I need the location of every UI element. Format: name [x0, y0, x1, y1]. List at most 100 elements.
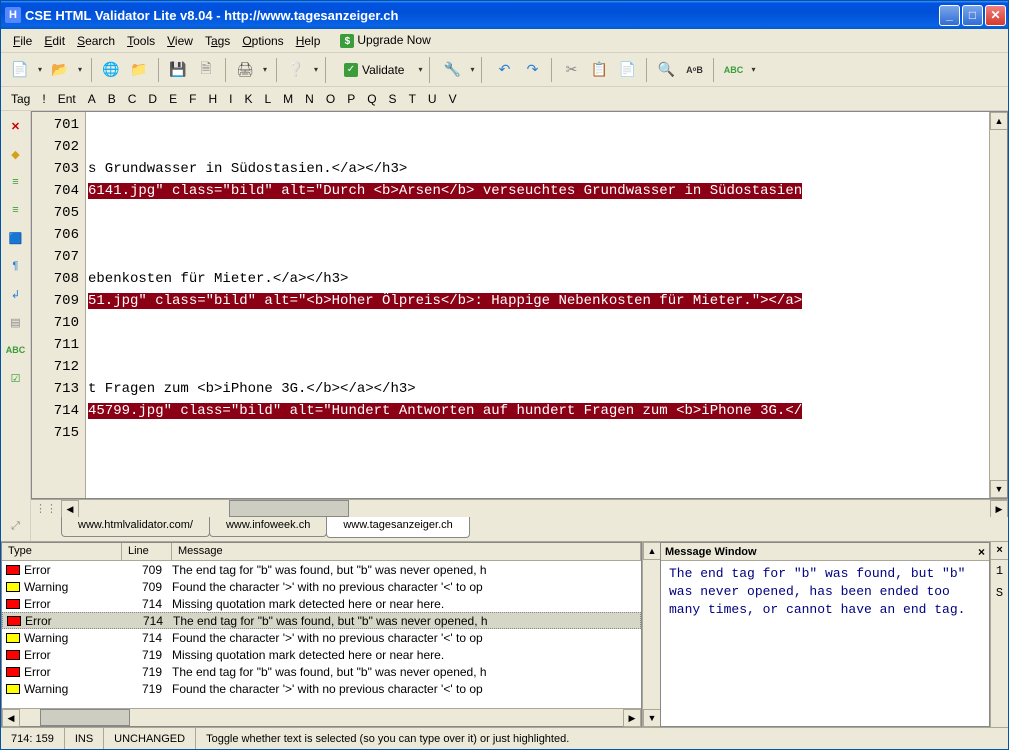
tagbar-d[interactable]: D: [144, 90, 161, 108]
tagbar-s[interactable]: S: [385, 90, 401, 108]
vtab-s[interactable]: S: [994, 582, 1005, 604]
find-button[interactable]: 🔍: [653, 57, 679, 83]
tagbar-a[interactable]: A: [84, 90, 100, 108]
tagbar-q[interactable]: Q: [363, 90, 380, 108]
lt-bookmark[interactable]: ◆: [5, 143, 27, 165]
copy-button[interactable]: 📋: [586, 57, 612, 83]
tagbar-e[interactable]: E: [165, 90, 181, 108]
lt-outdent[interactable]: ≡: [5, 199, 27, 221]
spellcheck-dropdown[interactable]: ▾: [748, 57, 758, 83]
editor-hscroll[interactable]: ⋮⋮ ◀ ▶: [31, 499, 1008, 517]
paste-button[interactable]: 📄: [614, 57, 640, 83]
help-dropdown[interactable]: ▾: [311, 57, 321, 83]
msg-row[interactable]: Warning719Found the character '>' with n…: [2, 680, 641, 697]
code-line-701[interactable]: [86, 114, 989, 136]
close-button[interactable]: ✕: [985, 5, 1006, 26]
msg-row[interactable]: Error719Missing quotation mark detected …: [2, 646, 641, 663]
lt-check[interactable]: ☑: [5, 367, 27, 389]
code-line-702[interactable]: [86, 136, 989, 158]
tab-infoweek[interactable]: www.infoweek.ch: [209, 517, 327, 537]
tagbar-o[interactable]: O: [322, 90, 339, 108]
menu-options[interactable]: Options: [236, 32, 289, 50]
menu-edit[interactable]: Edit: [38, 32, 71, 50]
col-type[interactable]: Type: [2, 543, 122, 560]
menu-tags[interactable]: Tags: [199, 32, 236, 50]
msg-scroll-up[interactable]: ▲: [643, 542, 661, 560]
menu-file[interactable]: File: [7, 32, 38, 50]
tagbar-l[interactable]: L: [260, 90, 275, 108]
print-dropdown[interactable]: ▾: [260, 57, 270, 83]
right-tabs-close[interactable]: ×: [991, 542, 1008, 560]
tab-tagesanzeiger[interactable]: www.tagesanzeiger.ch: [326, 517, 469, 538]
msg-row[interactable]: Error714The end tag for "b" was found, b…: [2, 612, 641, 629]
msg-hscroll-thumb[interactable]: [40, 709, 130, 726]
menu-help[interactable]: Help: [290, 32, 327, 50]
menu-upgrade[interactable]: $Upgrade Now: [334, 31, 436, 51]
lt-doc[interactable]: ▤: [5, 311, 27, 333]
tagbar-b[interactable]: B: [104, 90, 120, 108]
code-line-715[interactable]: [86, 422, 989, 444]
msg-row[interactable]: Error714Missing quotation mark detected …: [2, 595, 641, 612]
code-line-711[interactable]: [86, 334, 989, 356]
tagbar-ent[interactable]: Ent: [54, 90, 80, 108]
tagbar-n[interactable]: N: [301, 90, 318, 108]
msg-window-close[interactable]: ×: [978, 545, 985, 559]
tool1-dropdown[interactable]: ▾: [467, 57, 477, 83]
tagbar-m[interactable]: M: [279, 90, 297, 108]
folder-button[interactable]: 📁: [126, 57, 152, 83]
lt-pilcrow[interactable]: ¶: [5, 255, 27, 277]
msglist-hscroll[interactable]: ◀ ▶: [2, 708, 641, 726]
scroll-right[interactable]: ▶: [990, 500, 1008, 518]
lt-wrap[interactable]: ↲: [5, 283, 27, 305]
hscroll-thumb[interactable]: [229, 500, 349, 517]
validate-button[interactable]: ✓ Validate: [335, 57, 413, 83]
tagbar-h[interactable]: H: [204, 90, 221, 108]
tab-htmlvalidator[interactable]: www.htmlvalidator.com/: [61, 517, 210, 537]
open-dropdown[interactable]: ▾: [75, 57, 85, 83]
msg-scroll-left[interactable]: ◀: [2, 709, 20, 727]
save-button[interactable]: 💾: [165, 57, 191, 83]
lt-abc[interactable]: ABC: [5, 339, 27, 361]
msg-scroll-right[interactable]: ▶: [623, 709, 641, 727]
code-line-713[interactable]: t Fragen zum <b>iPhone 3G.</b></a></h3>: [86, 378, 989, 400]
tagbar-i[interactable]: I: [225, 90, 236, 108]
scroll-down[interactable]: ▼: [990, 480, 1008, 498]
menu-search[interactable]: Search: [71, 32, 121, 50]
code-line-712[interactable]: [86, 356, 989, 378]
col-message[interactable]: Message: [172, 543, 641, 560]
code-line-707[interactable]: [86, 246, 989, 268]
msg-scroll-down[interactable]: ▼: [643, 709, 661, 727]
back-button[interactable]: ↶: [491, 57, 517, 83]
maximize-button[interactable]: □: [962, 5, 983, 26]
cut-button[interactable]: ✂: [558, 57, 584, 83]
new-dropdown[interactable]: ▾: [35, 57, 45, 83]
scroll-up[interactable]: ▲: [990, 112, 1008, 130]
code-line-703[interactable]: s Grundwasser in Südostasien.</a></h3>: [86, 158, 989, 180]
lt-close[interactable]: ✕: [5, 115, 27, 137]
code-line-708[interactable]: ebenkosten für Mieter.</a></h3>: [86, 268, 989, 290]
tagbar-p[interactable]: P: [343, 90, 359, 108]
saveall-button[interactable]: 🗎: [193, 57, 219, 83]
forward-button[interactable]: ↷: [519, 57, 545, 83]
vscroll-track[interactable]: [990, 130, 1007, 480]
tagbar-![interactable]: !: [38, 90, 49, 108]
msglist-vscroll[interactable]: ▲ ▼: [642, 542, 660, 727]
msg-hscroll-track[interactable]: [20, 709, 623, 726]
code-line-709[interactable]: 51.jpg" class="bild" alt="<b>Hoher Ölpre…: [86, 290, 989, 312]
new-button[interactable]: 📄: [7, 57, 33, 83]
lt-expand[interactable]: ⤢: [5, 515, 27, 537]
tagbar-tag[interactable]: Tag: [7, 90, 34, 108]
code-line-704[interactable]: 6141.jpg" class="bild" alt="Durch <b>Ars…: [86, 180, 989, 202]
tagbar-v[interactable]: V: [445, 90, 461, 108]
vtab-1[interactable]: 1: [994, 560, 1005, 582]
tagbar-f[interactable]: F: [185, 90, 200, 108]
code-line-705[interactable]: [86, 202, 989, 224]
code-line-714[interactable]: 45799.jpg" class="bild" alt="Hundert Ant…: [86, 400, 989, 422]
menu-tools[interactable]: Tools: [121, 32, 161, 50]
web-button[interactable]: 🌐: [98, 57, 124, 83]
menu-view[interactable]: View: [161, 32, 199, 50]
lt-flag[interactable]: 🟦: [5, 227, 27, 249]
tagbar-t[interactable]: T: [405, 90, 420, 108]
minimize-button[interactable]: _: [939, 5, 960, 26]
print-button[interactable]: 🖨: [232, 57, 258, 83]
